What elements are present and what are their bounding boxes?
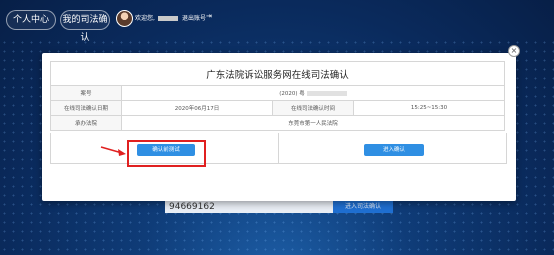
confirmation-modal: 广东法院诉讼服务网在线司法确认 案号 (2020) 粤 在线司法确认日期 202… bbox=[42, 53, 516, 201]
confirm-date-label: 在线司法确认日期 bbox=[50, 100, 122, 116]
court-value: 东莞市第一人民法院 bbox=[121, 115, 505, 131]
background-input[interactable]: 94669162 bbox=[165, 201, 334, 213]
my-judicial-confirm-button[interactable]: 我的司法确认 bbox=[60, 10, 110, 43]
case-number-label: 案号 bbox=[50, 85, 122, 101]
highlight-box bbox=[127, 140, 206, 167]
enter-confirm-button[interactable]: 进入确认 bbox=[364, 144, 424, 156]
divider bbox=[278, 133, 279, 163]
red-arrow-icon bbox=[100, 146, 126, 156]
court-label: 承办法院 bbox=[50, 115, 122, 131]
case-info-table: 广东法院诉讼服务网在线司法确认 案号 (2020) 粤 在线司法确认日期 202… bbox=[50, 61, 505, 131]
logout-icon[interactable]: ⇥ bbox=[206, 12, 212, 20]
modal-title: 广东法院诉讼服务网在线司法确认 bbox=[50, 61, 505, 86]
background-enter-button[interactable]: 进入司法确认 bbox=[333, 201, 393, 213]
avatar[interactable] bbox=[116, 10, 133, 27]
case-number-value: (2020) 粤 bbox=[121, 85, 505, 101]
welcome-text: 欢迎您, bbox=[135, 13, 181, 22]
confirm-date-value: 2020年06月17日 bbox=[121, 100, 273, 116]
confirm-time-value: 15:25~15:30 bbox=[353, 100, 505, 116]
top-bar: 个人中心 我的司法确认 欢迎您, 退出账号 ⇥ bbox=[0, 0, 554, 43]
logout-link[interactable]: 退出账号 bbox=[182, 13, 206, 22]
confirm-time-label: 在线司法确认时间 bbox=[272, 100, 354, 116]
personal-center-button[interactable]: 个人中心 bbox=[6, 10, 56, 30]
close-icon[interactable]: × bbox=[508, 45, 520, 57]
